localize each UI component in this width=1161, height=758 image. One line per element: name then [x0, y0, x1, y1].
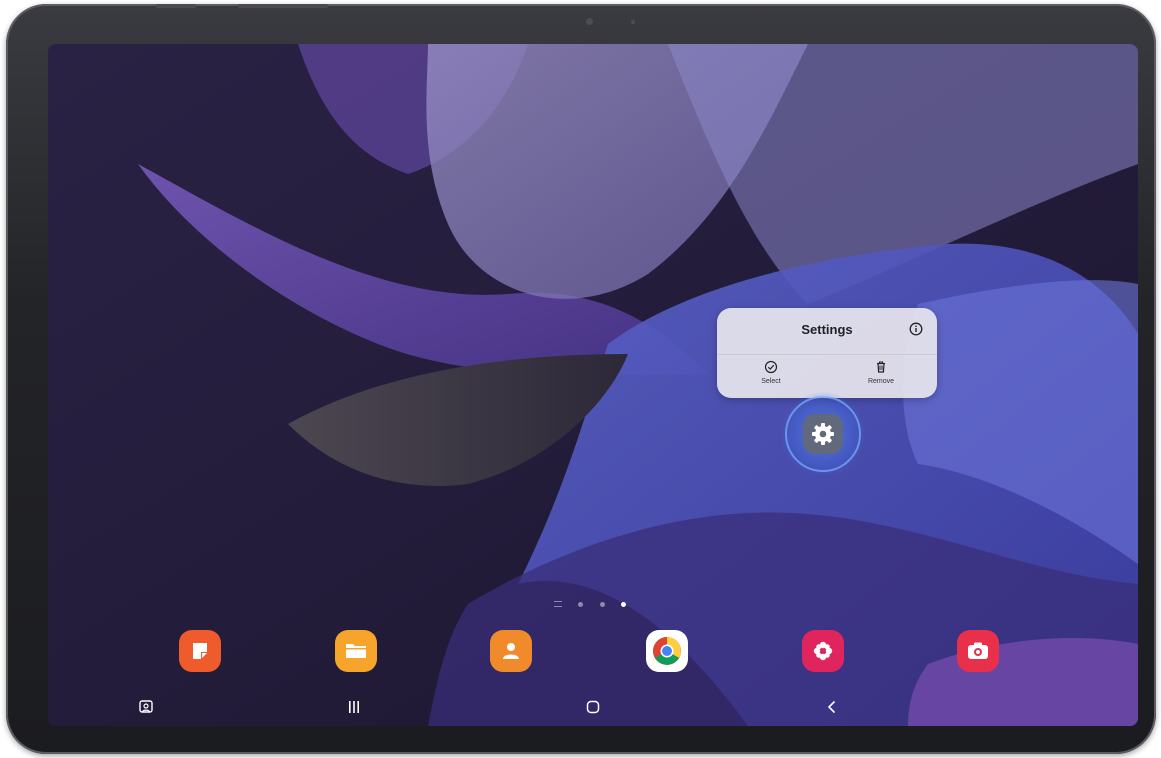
back-button[interactable] [818, 696, 846, 718]
page-dot [578, 602, 583, 607]
remove-label: Remove [867, 378, 895, 385]
chrome-app[interactable] [646, 630, 688, 672]
wallpaper [48, 44, 1138, 726]
camera-icon [968, 642, 988, 659]
samsung-notes-icon [193, 643, 207, 659]
front-camera [586, 18, 593, 25]
contacts-app[interactable] [490, 630, 532, 672]
remove-button[interactable]: Remove [849, 360, 913, 394]
home-screen[interactable]: Settings Select Remove [48, 44, 1138, 726]
chrome-icon [653, 637, 681, 665]
power-button [238, 4, 328, 8]
contacts-icon [503, 643, 519, 659]
settings-app-icon[interactable] [803, 414, 843, 454]
info-icon[interactable] [909, 322, 923, 336]
screenshot-toolbar-icon [139, 700, 153, 713]
volume-button [156, 4, 196, 8]
page-dot-active [621, 602, 626, 607]
gallery-icon [813, 641, 833, 661]
popup-divider [717, 354, 937, 355]
sensor [631, 20, 635, 24]
page-list-icon [554, 601, 562, 607]
gallery-app[interactable] [802, 630, 844, 672]
recents-button[interactable] [340, 696, 368, 718]
select-button[interactable]: Select [739, 360, 803, 394]
gear-icon [812, 423, 834, 445]
page-dot [600, 602, 605, 607]
camera-app[interactable] [957, 630, 999, 672]
trash-icon [877, 361, 885, 373]
page-indicator[interactable] [554, 599, 634, 611]
samsung-notes-app[interactable] [179, 630, 221, 672]
check-circle-icon [764, 360, 778, 374]
select-label: Select [761, 378, 781, 385]
back-icon [827, 700, 836, 714]
home-button[interactable] [579, 696, 607, 718]
tablet-frame: Settings Select Remove [6, 4, 1156, 754]
my-files-icon [346, 644, 366, 658]
screenshot-toolbar-button[interactable] [132, 696, 160, 718]
popup-title: Settings [801, 322, 853, 337]
home-icon [586, 700, 600, 714]
app-options-popup: Settings Select Remove [717, 308, 937, 398]
my-files-app[interactable] [335, 630, 377, 672]
recents-icon [349, 701, 359, 713]
